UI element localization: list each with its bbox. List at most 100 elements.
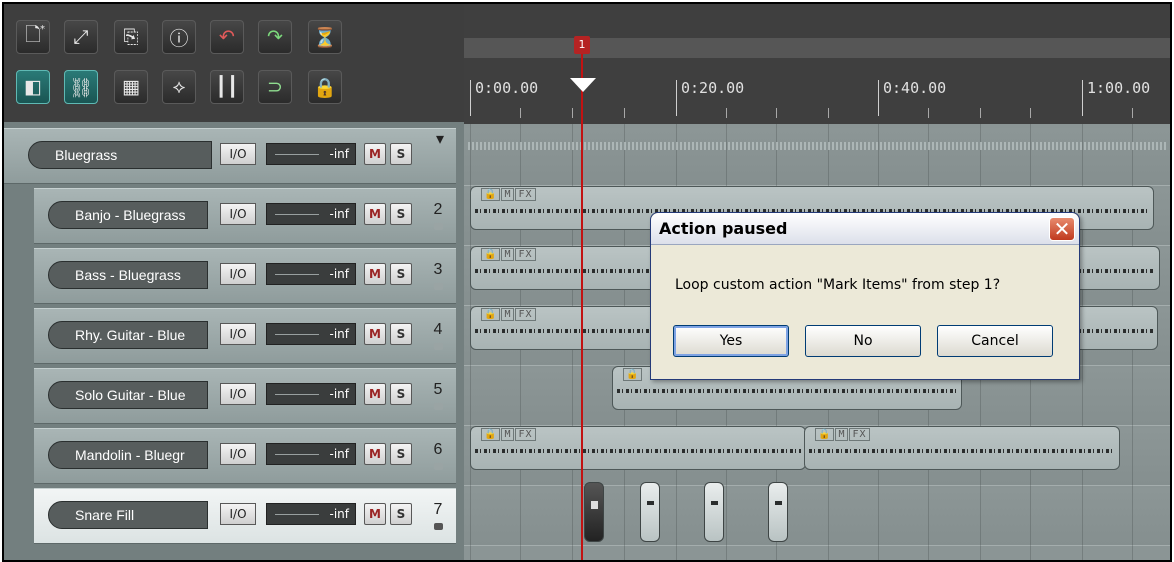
item-grouping-icon[interactable]: ◧ <box>16 70 50 104</box>
dialog-title: Action paused <box>659 219 788 238</box>
fx-icon: FX <box>849 428 870 441</box>
yes-button[interactable]: Yes <box>673 325 789 357</box>
metronome-icon[interactable]: ⏳ <box>308 20 342 54</box>
fx-icon: FX <box>515 248 536 261</box>
volume-fader[interactable]: -inf <box>266 203 356 225</box>
track-name[interactable]: Bass - Bluegrass <box>48 261 208 289</box>
track-lane[interactable] <box>464 128 1170 186</box>
track-list: Bluegrass I/O -inf M S ▾ Banjo - Bluegra… <box>4 122 464 560</box>
track-row[interactable]: Bass - Bluegrass I/O -inf M S 3 <box>34 248 456 304</box>
ruler-label: 0:40.00 <box>878 80 946 116</box>
track-row-bluegrass[interactable]: Bluegrass I/O -inf M S ▾ <box>4 128 456 184</box>
volume-fader[interactable]: -inf <box>266 263 356 285</box>
mute-button[interactable]: M <box>364 263 386 285</box>
marker-region-lane[interactable] <box>464 38 1170 58</box>
mute-button[interactable]: M <box>364 383 386 405</box>
solo-button[interactable]: S <box>390 503 412 525</box>
project-info-icon[interactable]: ⓘ <box>162 20 196 54</box>
track-number: 4 <box>426 321 450 365</box>
waveform <box>809 449 1115 453</box>
close-icon[interactable]: ✕ <box>1049 217 1075 241</box>
io-button[interactable]: I/O <box>220 383 256 405</box>
track-name[interactable]: Banjo - Bluegrass <box>48 201 208 229</box>
new-project-icon[interactable]: 🗋 * <box>16 20 50 54</box>
track-name[interactable]: Solo Guitar - Blue <box>48 381 208 409</box>
mute-button[interactable]: M <box>364 323 386 345</box>
lock-icon[interactable]: 🔒 <box>308 70 342 104</box>
io-button[interactable]: I/O <box>220 443 256 465</box>
cancel-button[interactable]: Cancel <box>937 325 1053 357</box>
loop-icon[interactable]: ⊃ <box>258 70 292 104</box>
item-icons: 🔒 M FX <box>815 428 871 441</box>
io-button[interactable]: I/O <box>220 503 256 525</box>
io-button[interactable]: I/O <box>220 143 256 165</box>
track-row[interactable]: Banjo - Bluegrass I/O -inf M S 2 <box>34 188 456 244</box>
dialog-titlebar[interactable]: Action paused ✕ <box>651 213 1079 245</box>
lock-icon: 🔒 <box>481 428 501 441</box>
volume-fader[interactable]: -inf <box>266 323 356 345</box>
mute-button[interactable]: M <box>364 143 386 165</box>
save-project-icon[interactable]: ⎘ <box>114 20 148 54</box>
mute-button[interactable]: M <box>364 443 386 465</box>
midi-item[interactable] <box>704 482 724 542</box>
media-item-mandolin-2[interactable]: 🔒 M FX <box>804 426 1120 470</box>
open-project-icon[interactable]: ⤢ <box>64 20 98 54</box>
solo-button[interactable]: S <box>390 203 412 225</box>
action-paused-dialog: Action paused ✕ Loop custom action "Mark… <box>650 212 1080 380</box>
mute-icon: M <box>501 188 515 201</box>
ruler-tick <box>572 108 573 118</box>
track-row[interactable]: Rhy. Guitar - Blue I/O -inf M S 4 <box>34 308 456 364</box>
playhead-indicator-icon[interactable] <box>570 78 596 92</box>
track-lane[interactable] <box>464 488 1170 546</box>
track-name[interactable]: Mandolin - Bluegr <box>48 441 208 469</box>
midi-item[interactable] <box>640 482 660 542</box>
solo-button[interactable]: S <box>390 143 412 165</box>
track-row[interactable]: Solo Guitar - Blue I/O -inf M S 5 <box>34 368 456 424</box>
item-icons: 🔒 M FX <box>481 308 537 321</box>
playhead-cursor[interactable] <box>581 38 583 560</box>
midi-item[interactable] <box>768 482 788 542</box>
track-row[interactable]: Mandolin - Bluegr I/O -inf M S 6 <box>34 428 456 484</box>
solo-button[interactable]: S <box>390 443 412 465</box>
io-button[interactable]: I/O <box>220 203 256 225</box>
track-row-selected[interactable]: Snare Fill I/O -inf M S 7 <box>34 488 456 544</box>
mute-button[interactable]: M <box>364 503 386 525</box>
track-name[interactable]: Rhy. Guitar - Blue <box>48 321 208 349</box>
waveform <box>475 449 801 453</box>
volume-fader[interactable]: -inf <box>266 383 356 405</box>
folder-collapse-icon[interactable]: ▾ <box>428 129 452 173</box>
item-icons: 🔒 M FX <box>481 248 537 261</box>
folder-waveform-preview <box>468 142 1168 150</box>
io-button[interactable]: I/O <box>220 323 256 345</box>
redo-icon[interactable]: ↷ <box>258 20 292 54</box>
ripple-edit-icon[interactable]: ⛓ <box>64 70 98 104</box>
envelope-icon[interactable]: ⟡ <box>162 70 196 104</box>
volume-fader[interactable]: -inf <box>266 143 356 165</box>
solo-button[interactable]: S <box>390 263 412 285</box>
snap-icon[interactable]: ▦ <box>114 70 148 104</box>
solo-button[interactable]: S <box>390 383 412 405</box>
io-button[interactable]: I/O <box>220 263 256 285</box>
dialog-message: Loop custom action "Mark Items" from ste… <box>675 277 1001 293</box>
track-name[interactable]: Snare Fill <box>48 501 208 529</box>
no-button[interactable]: No <box>805 325 921 357</box>
ruler-tick <box>776 108 777 118</box>
undo-icon[interactable]: ↶ <box>210 20 244 54</box>
volume-fader[interactable]: -inf <box>266 503 356 525</box>
ruler-tick <box>1132 108 1133 118</box>
project-marker[interactable]: 1 <box>574 36 590 54</box>
mute-button[interactable]: M <box>364 203 386 225</box>
volume-fader[interactable]: -inf <box>266 443 356 465</box>
media-item-mandolin-1[interactable]: 🔒 M FX <box>470 426 806 470</box>
ruler-tick <box>726 108 727 118</box>
track-name[interactable]: Bluegrass <box>28 141 212 169</box>
midi-item[interactable] <box>584 482 604 542</box>
item-icons: 🔒 M FX <box>481 188 537 201</box>
grid-icon[interactable]: ┃┃ <box>210 70 244 104</box>
mute-icon: M <box>835 428 849 441</box>
lock-icon: 🔒 <box>815 428 835 441</box>
timeline-ruler[interactable]: 0:00.00 0:20.00 0:40.00 1:00.00 <box>464 4 1170 124</box>
lock-icon: 🔒 <box>623 368 643 381</box>
solo-button[interactable]: S <box>390 323 412 345</box>
lock-icon: 🔒 <box>481 248 501 261</box>
